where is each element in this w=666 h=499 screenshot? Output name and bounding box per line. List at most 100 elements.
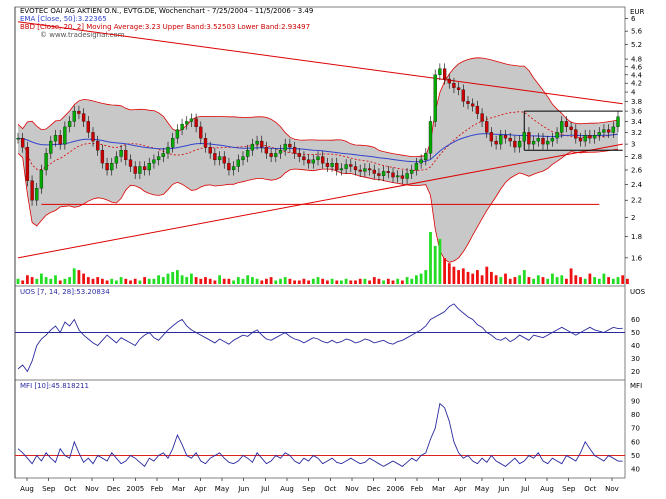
candle: [185, 121, 189, 125]
candle: [203, 138, 208, 148]
candle: [156, 156, 161, 161]
volume-bar: [452, 266, 456, 284]
volume-bar: [124, 278, 128, 284]
volume-bar: [593, 277, 596, 284]
candle: [72, 110, 76, 122]
candle: [424, 153, 428, 161]
candle: [21, 138, 25, 148]
volume-bar: [377, 278, 381, 284]
volume-bar: [607, 277, 610, 284]
volume-bar: [166, 273, 170, 284]
candle: [560, 121, 564, 133]
candle: [611, 126, 615, 133]
volume-bar: [283, 277, 287, 284]
volume-bar: [274, 280, 278, 284]
x-tick-label: Sep: [562, 485, 576, 493]
candle: [16, 138, 20, 140]
candle: [522, 132, 526, 142]
candle: [438, 68, 442, 75]
volume-bar: [602, 273, 606, 284]
candle: [602, 129, 606, 133]
volume-bar: [82, 273, 85, 284]
chart-title: EVOTEC OAI AG AKTIEN O.N., EVTG.DE, Woch…: [20, 7, 313, 15]
candle: [231, 166, 236, 171]
candle: [91, 132, 95, 142]
candle: [480, 113, 484, 122]
volume-bar: [86, 277, 90, 284]
price-tick-label: 3.6: [631, 108, 643, 116]
candle: [297, 153, 301, 157]
candle: [255, 140, 259, 145]
candle: [306, 159, 311, 164]
x-tick-label: Nov: [345, 485, 359, 493]
volume-bar: [415, 275, 418, 284]
volume-bar: [504, 273, 507, 284]
volume-bar: [485, 266, 489, 284]
uos-legend: UOS [7, 14, 28]:53.20834: [20, 288, 110, 296]
volume-bar: [541, 277, 545, 284]
volume-bar: [77, 270, 81, 284]
candle: [517, 140, 522, 148]
candle: [447, 78, 451, 84]
x-tick-label: Oct: [584, 485, 596, 493]
candle: [414, 163, 419, 171]
volume-bar: [321, 278, 325, 284]
candle: [527, 132, 531, 145]
volume-bar: [330, 278, 334, 284]
volume-bar: [119, 277, 123, 284]
volume-bar: [565, 278, 568, 284]
candle: [367, 168, 372, 171]
candle: [330, 163, 334, 167]
volume-bar: [40, 273, 43, 284]
volume-bar: [433, 245, 437, 284]
candle: [49, 140, 53, 154]
volume-bar: [443, 258, 446, 284]
mfi-tick-label: 90: [631, 397, 640, 405]
candle: [475, 105, 480, 114]
volume-bar: [438, 238, 442, 284]
candle: [541, 138, 545, 145]
volume-bar: [129, 280, 132, 284]
candle: [513, 140, 517, 148]
candle: [264, 146, 269, 154]
price-tick-label: 4.8: [631, 56, 642, 64]
volume-bar: [152, 278, 156, 284]
candle: [133, 166, 137, 174]
candle: [110, 163, 114, 171]
price-tick-label: 5.2: [631, 41, 642, 49]
volume-bar: [349, 280, 353, 284]
volume-bar: [461, 268, 465, 284]
candle: [597, 132, 601, 136]
candle: [171, 138, 175, 148]
candle: [325, 163, 330, 167]
volume-bar: [246, 275, 250, 284]
price-tick-label: 2: [631, 214, 635, 222]
volume-bar: [190, 273, 193, 284]
x-tick-label: Apr: [194, 485, 206, 493]
candle: [128, 159, 133, 167]
candle: [114, 156, 119, 164]
volume-bar: [551, 273, 554, 284]
volume-bar: [213, 280, 217, 284]
x-tick-label: 2006: [386, 485, 404, 493]
candle: [377, 173, 381, 176]
mfi-tick-label: 50: [631, 452, 640, 460]
candle: [592, 135, 597, 139]
x-tick-label: Mar: [172, 485, 185, 493]
candle: [222, 156, 226, 164]
price-tick-label: 4.4: [631, 71, 643, 79]
volume-bar: [513, 277, 517, 284]
volume-bar: [307, 280, 310, 284]
candle: [147, 163, 151, 171]
candle: [442, 68, 447, 80]
mfi-tick-label: 40: [631, 466, 640, 474]
candle: [138, 166, 142, 174]
volume-bar: [344, 278, 348, 284]
volume-bar: [115, 280, 118, 284]
candle: [311, 159, 315, 164]
volume-bar: [396, 278, 400, 284]
x-tick-label: May: [475, 485, 489, 493]
candle: [456, 87, 461, 90]
candle: [194, 118, 198, 127]
volume-bar: [260, 280, 264, 284]
